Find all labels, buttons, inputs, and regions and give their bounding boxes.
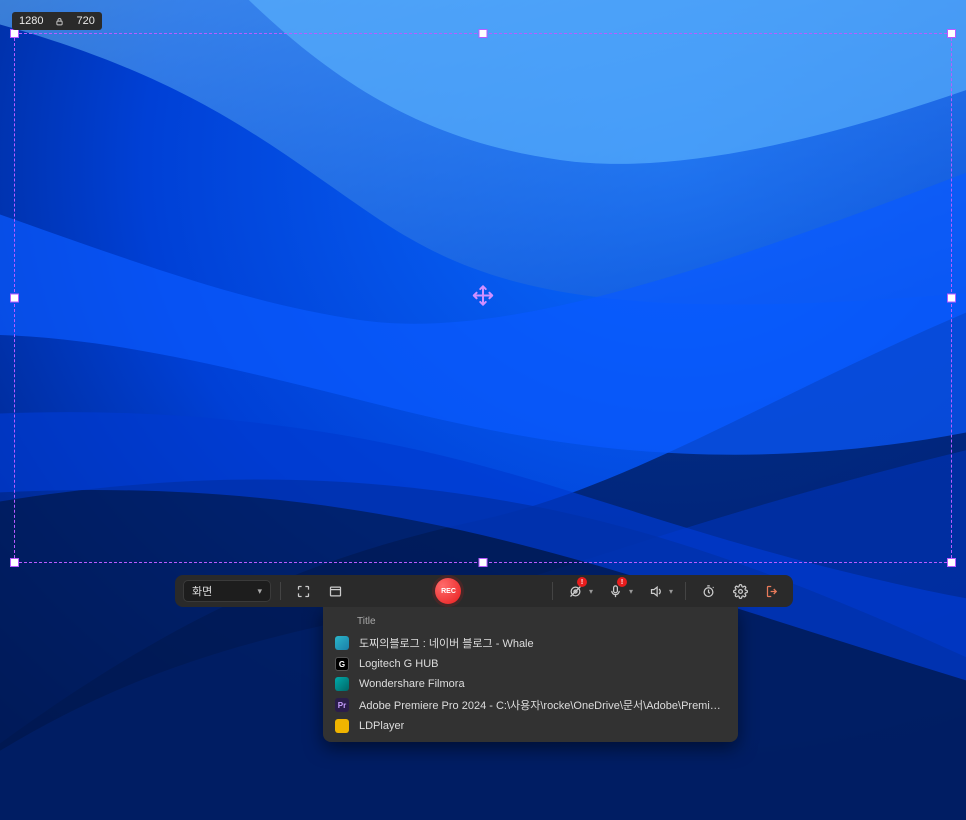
chevron-down-icon[interactable]: ▾ xyxy=(589,587,593,596)
region-select-button[interactable] xyxy=(290,578,316,604)
separator xyxy=(685,582,686,600)
handle-middle-right[interactable] xyxy=(947,294,956,303)
window-item[interactable]: Wondershare Filmora xyxy=(323,674,738,694)
window-select-button[interactable] xyxy=(322,578,348,604)
settings-button[interactable] xyxy=(727,578,753,604)
system-audio-toggle[interactable]: ▾ xyxy=(642,580,676,602)
window-list-dropdown: Title 도찌의블로그 : 네이버 블로그 - Whale G Logitec… xyxy=(323,607,738,742)
webcam-toggle[interactable]: ▾ ! xyxy=(562,580,596,602)
window-item[interactable]: Pr Adobe Premiere Pro 2024 - C:\사용자\rock… xyxy=(323,694,738,716)
move-handle[interactable] xyxy=(472,285,494,312)
record-label: REC xyxy=(441,588,456,595)
window-item[interactable]: LDPlayer xyxy=(323,716,738,736)
lock-icon[interactable] xyxy=(50,17,69,26)
handle-middle-left[interactable] xyxy=(10,294,19,303)
exit-button[interactable] xyxy=(759,578,785,604)
dimension-height[interactable]: 720 xyxy=(69,15,101,27)
chevron-down-icon[interactable]: ▾ xyxy=(629,587,633,596)
chevron-down-icon: ▾ xyxy=(257,586,262,597)
ghub-icon: G xyxy=(335,657,349,671)
dimension-width[interactable]: 1280 xyxy=(12,15,50,27)
filmora-icon xyxy=(335,677,349,691)
premiere-icon: Pr xyxy=(335,698,349,712)
window-item[interactable]: G Logitech G HUB xyxy=(323,654,738,674)
window-item-label: Wondershare Filmora xyxy=(359,678,465,690)
recording-toolbar: 화면 ▾ REC ▾ ! ▾ ! xyxy=(175,575,793,607)
recording-selection[interactable] xyxy=(14,33,952,563)
speaker-icon xyxy=(645,580,667,602)
handle-bottom-middle[interactable] xyxy=(479,558,488,567)
window-item-label: Logitech G HUB xyxy=(359,658,438,670)
alert-badge: ! xyxy=(617,577,627,587)
separator xyxy=(280,582,281,600)
alert-badge: ! xyxy=(577,577,587,587)
whale-icon xyxy=(335,636,349,650)
window-item-label: LDPlayer xyxy=(359,720,404,732)
record-target-label: 화면 xyxy=(192,583,212,599)
timer-button[interactable] xyxy=(695,578,721,604)
record-target-select[interactable]: 화면 ▾ xyxy=(183,580,271,602)
microphone-toggle[interactable]: ▾ ! xyxy=(602,580,636,602)
chevron-down-icon[interactable]: ▾ xyxy=(669,587,673,596)
dropdown-header: Title xyxy=(323,611,738,632)
handle-bottom-left[interactable] xyxy=(10,558,19,567)
window-item-label: 도찌의블로그 : 네이버 블로그 - Whale xyxy=(359,635,534,651)
dimensions-pill[interactable]: 1280 720 xyxy=(12,12,102,30)
ldplayer-icon xyxy=(335,719,349,733)
handle-bottom-right[interactable] xyxy=(947,558,956,567)
handle-top-left[interactable] xyxy=(10,29,19,38)
record-button[interactable]: REC xyxy=(435,578,461,604)
handle-top-right[interactable] xyxy=(947,29,956,38)
separator xyxy=(552,582,553,600)
window-item-label: Adobe Premiere Pro 2024 - C:\사용자\rocke\O… xyxy=(359,697,724,713)
desktop: 1280 720 화면 ▾ xyxy=(0,0,966,820)
window-item[interactable]: 도찌의블로그 : 네이버 블로그 - Whale xyxy=(323,632,738,654)
handle-top-middle[interactable] xyxy=(479,29,488,38)
